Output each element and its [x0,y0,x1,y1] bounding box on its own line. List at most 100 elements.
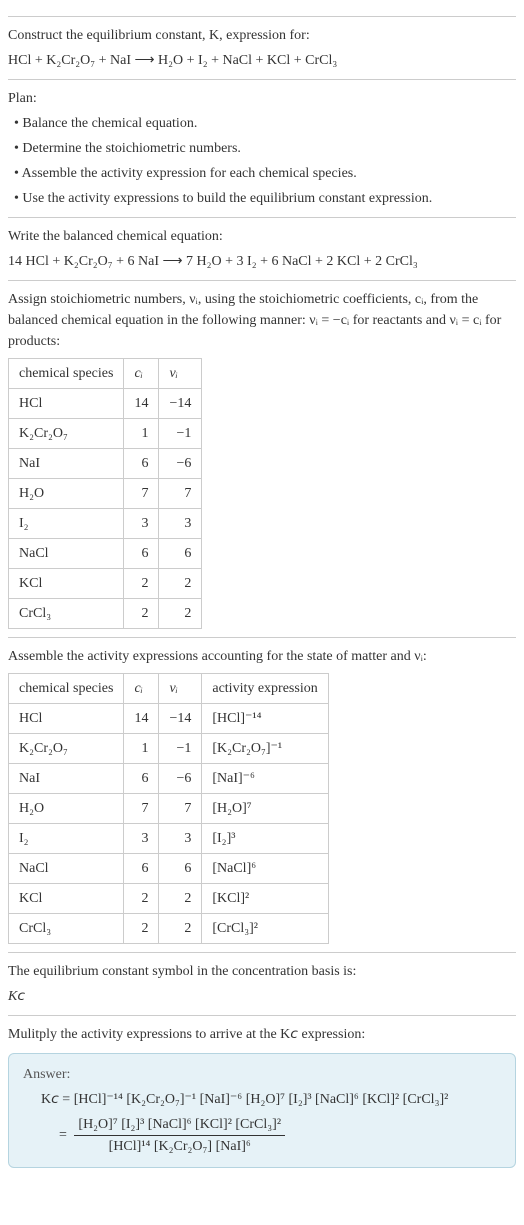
cell-ci: 1 [124,419,159,449]
balanced: Write the balanced chemical equation: 14… [8,217,516,272]
kc-symbol: K𝘤 [8,986,516,1007]
col-species: chemical species [9,359,124,389]
cell-species: K₂Cr₂O₇ [9,419,124,449]
table-row: HCl14−14[HCl]⁻¹⁴ [9,704,329,734]
cell-activity: [K₂Cr₂O₇]⁻¹ [202,734,328,764]
cell-vi: 2 [159,914,202,944]
col-ci: cᵢ [124,674,159,704]
kc-intro: The equilibrium constant symbol in the c… [8,952,516,1007]
plan-heading: Plan: [8,88,516,109]
table-row: NaCl66 [9,539,202,569]
activity-heading: Assemble the activity expressions accoun… [8,646,516,667]
cell-species: HCl [9,389,124,419]
cell-species: NaI [9,449,124,479]
cell-species: NaCl [9,539,124,569]
cell-ci: 2 [124,599,159,629]
cell-ci: 6 [124,539,159,569]
col-species: chemical species [9,674,124,704]
cell-ci: 1 [124,734,159,764]
cell-ci: 14 [124,704,159,734]
cell-species: K₂Cr₂O₇ [9,734,124,764]
cell-ci: 7 [124,479,159,509]
intro-equation: HCl + K₂Cr₂O₇ + NaI ⟶ H₂O + I₂ + NaCl + … [8,50,516,71]
cell-species: NaI [9,764,124,794]
cell-vi: 6 [159,539,202,569]
cell-species: I₂ [9,824,124,854]
col-vi: νᵢ [159,674,202,704]
answer-title: Answer: [23,1064,501,1085]
cell-activity: [NaI]⁻⁶ [202,764,328,794]
intro-line1: Construct the equilibrium constant, K, e… [8,25,516,46]
table-row: CrCl₃22[CrCl₃]² [9,914,329,944]
stoich-table: chemical species cᵢ νᵢ HCl14−14 K₂Cr₂O₇1… [8,358,202,629]
table-row: K₂Cr₂O₇1−1 [9,419,202,449]
cell-activity: [HCl]⁻¹⁴ [202,704,328,734]
cell-activity: [KCl]² [202,884,328,914]
table-row: I₂33 [9,509,202,539]
balanced-heading: Write the balanced chemical equation: [8,226,516,247]
cell-species: KCl [9,884,124,914]
cell-species: NaCl [9,854,124,884]
cell-vi: −6 [159,449,202,479]
cell-vi: −14 [159,389,202,419]
cell-vi: 6 [159,854,202,884]
answer-denominator: [HCl]¹⁴ [K₂Cr₂O₇] [NaI]⁶ [74,1136,285,1157]
col-vi: νᵢ [159,359,202,389]
cell-ci: 7 [124,794,159,824]
table-row: K₂Cr₂O₇1−1[K₂Cr₂O₇]⁻¹ [9,734,329,764]
cell-vi: 2 [159,884,202,914]
cell-vi: 7 [159,479,202,509]
answer-fraction: [H₂O]⁷ [I₂]³ [NaCl]⁶ [KCl]² [CrCl₃]² [HC… [74,1114,285,1157]
cell-vi: −1 [159,734,202,764]
table-row: NaI6−6 [9,449,202,479]
col-ci: cᵢ [124,359,159,389]
balanced-equation: 14 HCl + K₂Cr₂O₇ + 6 NaI ⟶ 7 H₂O + 3 I₂ … [8,251,516,272]
cell-activity: [CrCl₃]² [202,914,328,944]
activity-section: Assemble the activity expressions accoun… [8,637,516,944]
cell-activity: [H₂O]⁷ [202,794,328,824]
table-row: KCl22[KCl]² [9,884,329,914]
answer-line1: K𝘤 = [HCl]⁻¹⁴ [K₂Cr₂O₇]⁻¹ [NaI]⁻⁶ [H₂O]⁷… [23,1089,501,1110]
table-header-row: chemical species cᵢ νᵢ [9,359,202,389]
cell-species: CrCl₃ [9,599,124,629]
table-row: CrCl₃22 [9,599,202,629]
kc-intro-line: The equilibrium constant symbol in the c… [8,961,516,982]
col-activity: activity expression [202,674,328,704]
table-row: KCl22 [9,569,202,599]
cell-vi: 2 [159,569,202,599]
cell-activity: [I₂]³ [202,824,328,854]
cell-species: I₂ [9,509,124,539]
plan-item: • Balance the chemical equation. [14,113,516,134]
intro: Construct the equilibrium constant, K, e… [8,16,516,71]
cell-vi: 3 [159,824,202,854]
cell-ci: 3 [124,509,159,539]
cell-activity: [NaCl]⁶ [202,854,328,884]
cell-vi: −6 [159,764,202,794]
cell-ci: 2 [124,884,159,914]
activity-table: chemical species cᵢ νᵢ activity expressi… [8,673,329,944]
cell-species: KCl [9,569,124,599]
stoich-section: Assign stoichiometric numbers, νᵢ, using… [8,280,516,629]
cell-vi: −14 [159,704,202,734]
table-header-row: chemical species cᵢ νᵢ activity expressi… [9,674,329,704]
table-row: HCl14−14 [9,389,202,419]
cell-species: H₂O [9,479,124,509]
cell-ci: 6 [124,449,159,479]
answer-fraction-line: = [H₂O]⁷ [I₂]³ [NaCl]⁶ [KCl]² [CrCl₃]² [… [23,1114,501,1157]
stoich-heading: Assign stoichiometric numbers, νᵢ, using… [8,289,516,352]
cell-species: CrCl₃ [9,914,124,944]
cell-vi: −1 [159,419,202,449]
cell-ci: 14 [124,389,159,419]
cell-vi: 7 [159,794,202,824]
cell-species: H₂O [9,794,124,824]
multiply-heading: Mulitply the activity expressions to arr… [8,1024,516,1045]
table-row: NaI6−6[NaI]⁻⁶ [9,764,329,794]
table-row: H₂O77 [9,479,202,509]
table-row: NaCl66[NaCl]⁶ [9,854,329,884]
answer-box: Answer: K𝘤 = [HCl]⁻¹⁴ [K₂Cr₂O₇]⁻¹ [NaI]⁻… [8,1053,516,1168]
plan-item: • Use the activity expressions to build … [14,188,516,209]
cell-ci: 3 [124,824,159,854]
cell-vi: 2 [159,599,202,629]
table-row: H₂O77[H₂O]⁷ [9,794,329,824]
answer-numerator: [H₂O]⁷ [I₂]³ [NaCl]⁶ [KCl]² [CrCl₃]² [74,1114,285,1136]
